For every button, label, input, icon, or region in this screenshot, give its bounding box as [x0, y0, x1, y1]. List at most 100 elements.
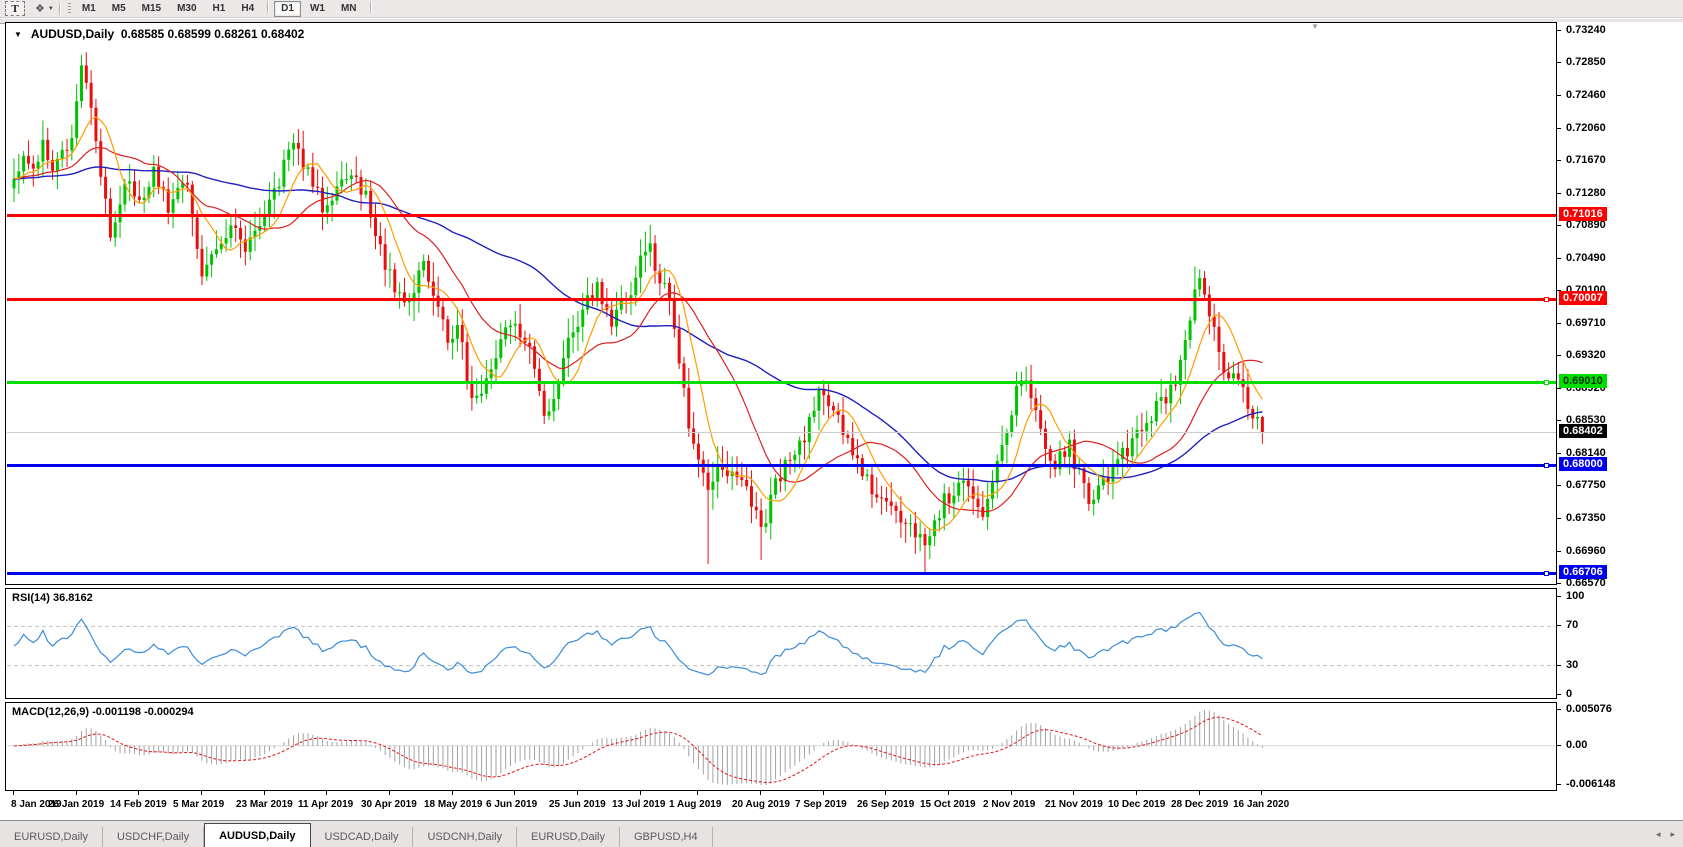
macd-tick-label: 0.005076: [1566, 703, 1612, 715]
macd-tick-mark: [1557, 709, 1561, 710]
line-handle-0.69010[interactable]: [1544, 380, 1549, 385]
price-tick-mark: [1557, 323, 1561, 324]
time-axis[interactable]: 8 Jan 201926 Jan 201914 Feb 20195 Mar 20…: [5, 791, 1557, 819]
arrange-windows-button[interactable]: ❖ ▼: [35, 4, 54, 14]
horizontal-line-0.71016[interactable]: [7, 214, 1556, 217]
price-label-0.71016: 0.71016: [1559, 207, 1607, 221]
toolbar-separator: [267, 1, 268, 13]
horizontal-line-0.70007[interactable]: [7, 298, 1556, 301]
time-tick-mark: [823, 791, 824, 795]
horizontal-line-0.68000[interactable]: [7, 464, 1556, 467]
date-label: 2 Nov 2019: [983, 799, 1035, 810]
timeframe-button-mn[interactable]: MN: [334, 1, 364, 17]
time-tick-mark: [1261, 791, 1262, 795]
price-axis[interactable]: 0.732400.728500.724600.720600.716700.712…: [1557, 22, 1683, 818]
toolbar-separator: [59, 3, 60, 15]
price-tick-mark: [1557, 160, 1561, 161]
time-tick-mark: [201, 791, 202, 795]
line-handle-0.70007[interactable]: [1544, 297, 1549, 302]
chart-symbol: AUDUSD,Daily: [31, 27, 114, 41]
chart-tab-usdcnh-daily[interactable]: USDCNH,Daily: [413, 827, 517, 847]
macd-indicator-panel[interactable]: MACD(12,26,9) -0.001198 -0.000294: [5, 702, 1557, 791]
timeframe-button-m15[interactable]: M15: [135, 1, 168, 17]
time-tick-mark: [138, 791, 139, 795]
price-label-0.66706: 0.66706: [1559, 565, 1607, 579]
price-tick-label: 0.69710: [1566, 317, 1606, 329]
timeframe-button-h1[interactable]: H1: [206, 1, 233, 17]
chart-tab-usdcad-daily[interactable]: USDCAD,Daily: [311, 827, 414, 847]
chevron-down-icon: ▼: [48, 6, 54, 12]
price-tick-label: 0.66960: [1566, 545, 1606, 557]
dropdown-caret-icon[interactable]: ▼: [14, 30, 22, 39]
macd-signal-line: [14, 717, 1262, 782]
chart-tab-eurusd-daily[interactable]: EURUSD,Daily: [517, 827, 620, 847]
current-price-label: 0.68402: [1559, 424, 1607, 438]
date-label: 28 Dec 2019: [1171, 799, 1228, 810]
price-tick-label: 0.72850: [1566, 56, 1606, 68]
chart-tab-eurusd-daily[interactable]: EURUSD,Daily: [0, 827, 103, 847]
rsi-indicator-panel[interactable]: RSI(14) 36.8162: [5, 588, 1557, 699]
date-label: 18 May 2019: [424, 799, 482, 810]
shift-end-marker-icon[interactable]: ▼: [1311, 22, 1319, 31]
text-tool-button[interactable]: T: [5, 1, 25, 16]
arrange-windows-icon: ❖: [35, 4, 45, 14]
time-tick-mark: [948, 791, 949, 795]
price-tick-mark: [1557, 62, 1561, 63]
timeframe-button-m30[interactable]: M30: [170, 1, 203, 17]
timeframe-button-h4[interactable]: H4: [234, 1, 261, 17]
timeframe-button-m5[interactable]: M5: [105, 1, 133, 17]
price-tick-mark: [1557, 583, 1561, 584]
date-label: 26 Jan 2019: [48, 799, 104, 810]
time-tick-mark: [885, 791, 886, 795]
macd-label: MACD(12,26,9) -0.001198 -0.000294: [12, 706, 194, 718]
toolbar-grip: [68, 3, 71, 15]
price-label-0.70007: 0.70007: [1559, 291, 1607, 305]
horizontal-line-0.69010[interactable]: [7, 381, 1556, 384]
time-tick-mark: [760, 791, 761, 795]
date-label: 11 Apr 2019: [298, 799, 353, 810]
rsi-tick-mark: [1557, 694, 1561, 695]
timeframe-button-w1[interactable]: W1: [303, 1, 332, 17]
time-tick-mark: [452, 791, 453, 795]
date-label: 30 Apr 2019: [361, 799, 417, 810]
timeframe-button-group: M1M5M15M30H1H4 D1W1MN: [74, 1, 376, 17]
chart-tab-usdchf-daily[interactable]: USDCHF,Daily: [103, 827, 204, 847]
timeframe-button-m1[interactable]: M1: [75, 1, 103, 17]
tab-scroll-left-icon[interactable]: ◂: [1656, 829, 1661, 840]
price-tick-mark: [1557, 258, 1561, 259]
date-label: 16 Jan 2020: [1233, 799, 1289, 810]
price-tick-mark: [1557, 388, 1561, 389]
price-tick-label: 0.67350: [1566, 512, 1606, 524]
time-tick-mark: [577, 791, 578, 795]
main-price-chart[interactable]: ▼ AUDUSD,Daily 0.68585 0.68599 0.68261 0…: [5, 22, 1557, 585]
rsi-plot: [6, 589, 1556, 698]
price-tick-label: 0.71280: [1566, 187, 1606, 199]
date-label: 13 Jul 2019: [612, 799, 665, 810]
current-price-line: [7, 432, 1556, 433]
price-tick-label: 0.72060: [1566, 122, 1606, 134]
horizontal-line-0.66706[interactable]: [7, 572, 1556, 575]
macd-tick-mark: [1557, 745, 1561, 746]
tab-scroll-right-icon[interactable]: ▸: [1670, 829, 1675, 840]
line-handle-0.68000[interactable]: [1544, 463, 1549, 468]
macd-plot: [6, 703, 1556, 790]
date-label: 21 Nov 2019: [1045, 799, 1103, 810]
date-label: 5 Mar 2019: [173, 799, 224, 810]
date-label: 6 Jun 2019: [486, 799, 537, 810]
price-tick-mark: [1557, 551, 1561, 552]
line-handle-0.66706[interactable]: [1544, 571, 1549, 576]
chart-ohlc-values: 0.68585 0.68599 0.68261 0.68402: [121, 27, 305, 41]
rsi-tick-label: 30: [1566, 659, 1578, 671]
timeframe-button-d1[interactable]: D1: [274, 1, 301, 17]
time-tick-mark: [326, 791, 327, 795]
price-tick-mark: [1557, 225, 1561, 226]
time-tick-mark: [76, 791, 77, 795]
chart-tab-gbpusd-h4[interactable]: GBPUSD,H4: [620, 827, 713, 847]
time-tick-mark: [697, 791, 698, 795]
price-label-0.69010: 0.69010: [1559, 374, 1607, 388]
date-label: 10 Dec 2019: [1108, 799, 1165, 810]
date-label: 23 Mar 2019: [236, 799, 293, 810]
rsi-tick-label: 0: [1566, 688, 1572, 700]
chart-tab-audusd-daily[interactable]: AUDUSD,Daily: [204, 823, 310, 847]
date-label: 25 Jun 2019: [549, 799, 606, 810]
